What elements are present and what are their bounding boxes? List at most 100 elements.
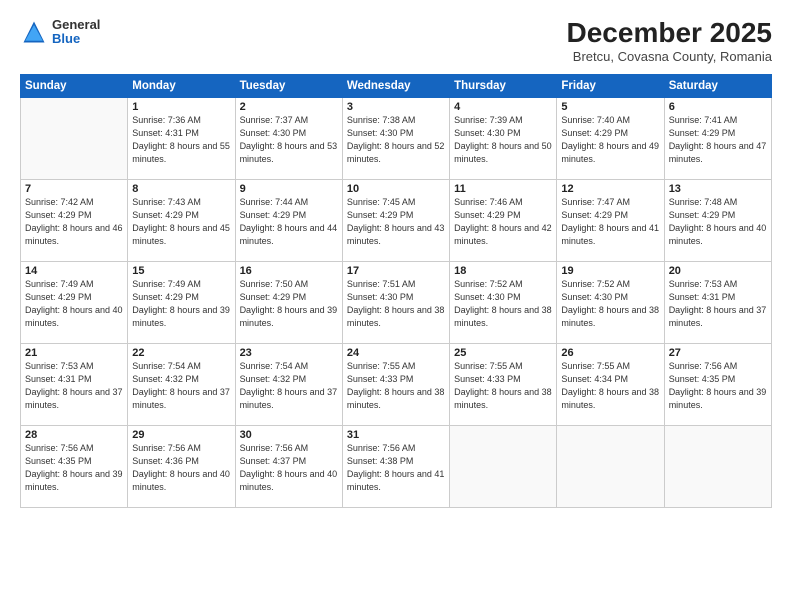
calendar-header-saturday: Saturday [664, 74, 771, 97]
calendar-week-1: 7Sunrise: 7:42 AMSunset: 4:29 PMDaylight… [21, 179, 772, 261]
calendar-cell: 2Sunrise: 7:37 AMSunset: 4:30 PMDaylight… [235, 97, 342, 179]
day-info: Sunrise: 7:49 AMSunset: 4:29 PMDaylight:… [132, 278, 230, 330]
day-info: Sunrise: 7:56 AMSunset: 4:38 PMDaylight:… [347, 442, 445, 494]
day-info: Sunrise: 7:52 AMSunset: 4:30 PMDaylight:… [561, 278, 659, 330]
day-number: 26 [561, 347, 659, 359]
day-info: Sunrise: 7:38 AMSunset: 4:30 PMDaylight:… [347, 114, 445, 166]
calendar-header-wednesday: Wednesday [342, 74, 449, 97]
calendar-cell: 14Sunrise: 7:49 AMSunset: 4:29 PMDayligh… [21, 261, 128, 343]
calendar-cell: 1Sunrise: 7:36 AMSunset: 4:31 PMDaylight… [128, 97, 235, 179]
day-info: Sunrise: 7:56 AMSunset: 4:36 PMDaylight:… [132, 442, 230, 494]
day-info: Sunrise: 7:40 AMSunset: 4:29 PMDaylight:… [561, 114, 659, 166]
calendar: SundayMondayTuesdayWednesdayThursdayFrid… [20, 74, 772, 508]
day-number: 16 [240, 265, 338, 277]
calendar-cell: 18Sunrise: 7:52 AMSunset: 4:30 PMDayligh… [450, 261, 557, 343]
day-info: Sunrise: 7:42 AMSunset: 4:29 PMDaylight:… [25, 196, 123, 248]
day-number: 18 [454, 265, 552, 277]
calendar-header-thursday: Thursday [450, 74, 557, 97]
day-number: 28 [25, 429, 123, 441]
calendar-cell: 12Sunrise: 7:47 AMSunset: 4:29 PMDayligh… [557, 179, 664, 261]
day-number: 3 [347, 101, 445, 113]
day-info: Sunrise: 7:51 AMSunset: 4:30 PMDaylight:… [347, 278, 445, 330]
calendar-header-monday: Monday [128, 74, 235, 97]
day-info: Sunrise: 7:36 AMSunset: 4:31 PMDaylight:… [132, 114, 230, 166]
calendar-cell: 31Sunrise: 7:56 AMSunset: 4:38 PMDayligh… [342, 425, 449, 507]
day-info: Sunrise: 7:50 AMSunset: 4:29 PMDaylight:… [240, 278, 338, 330]
day-info: Sunrise: 7:45 AMSunset: 4:29 PMDaylight:… [347, 196, 445, 248]
day-info: Sunrise: 7:46 AMSunset: 4:29 PMDaylight:… [454, 196, 552, 248]
calendar-header-tuesday: Tuesday [235, 74, 342, 97]
day-info: Sunrise: 7:55 AMSunset: 4:33 PMDaylight:… [347, 360, 445, 412]
calendar-cell: 3Sunrise: 7:38 AMSunset: 4:30 PMDaylight… [342, 97, 449, 179]
calendar-cell: 5Sunrise: 7:40 AMSunset: 4:29 PMDaylight… [557, 97, 664, 179]
calendar-header-friday: Friday [557, 74, 664, 97]
calendar-cell: 20Sunrise: 7:53 AMSunset: 4:31 PMDayligh… [664, 261, 771, 343]
day-info: Sunrise: 7:41 AMSunset: 4:29 PMDaylight:… [669, 114, 767, 166]
logo-general: General [52, 18, 100, 32]
calendar-cell: 8Sunrise: 7:43 AMSunset: 4:29 PMDaylight… [128, 179, 235, 261]
calendar-cell: 21Sunrise: 7:53 AMSunset: 4:31 PMDayligh… [21, 343, 128, 425]
day-info: Sunrise: 7:54 AMSunset: 4:32 PMDaylight:… [240, 360, 338, 412]
day-info: Sunrise: 7:44 AMSunset: 4:29 PMDaylight:… [240, 196, 338, 248]
day-number: 21 [25, 347, 123, 359]
day-info: Sunrise: 7:55 AMSunset: 4:33 PMDaylight:… [454, 360, 552, 412]
day-number: 7 [25, 183, 123, 195]
day-info: Sunrise: 7:56 AMSunset: 4:35 PMDaylight:… [25, 442, 123, 494]
calendar-cell: 16Sunrise: 7:50 AMSunset: 4:29 PMDayligh… [235, 261, 342, 343]
calendar-cell: 17Sunrise: 7:51 AMSunset: 4:30 PMDayligh… [342, 261, 449, 343]
calendar-cell: 30Sunrise: 7:56 AMSunset: 4:37 PMDayligh… [235, 425, 342, 507]
calendar-cell: 10Sunrise: 7:45 AMSunset: 4:29 PMDayligh… [342, 179, 449, 261]
calendar-cell: 6Sunrise: 7:41 AMSunset: 4:29 PMDaylight… [664, 97, 771, 179]
calendar-cell: 9Sunrise: 7:44 AMSunset: 4:29 PMDaylight… [235, 179, 342, 261]
day-info: Sunrise: 7:53 AMSunset: 4:31 PMDaylight:… [25, 360, 123, 412]
calendar-week-2: 14 Sunrise: 7:49 AMSunset: 4:29 PMDayligh… [21, 261, 772, 343]
calendar-cell: 19Sunrise: 7:52 AMSunset: 4:30 PMDayligh… [557, 261, 664, 343]
calendar-header-row: SundayMondayTuesdayWednesdayThursdayFrid… [21, 74, 772, 97]
day-number: 11 [454, 183, 552, 195]
logo-text: General Blue [52, 18, 100, 47]
day-number: 15 [132, 265, 230, 277]
month-title: December 2025 [567, 18, 772, 49]
day-number: 29 [132, 429, 230, 441]
day-info: Sunrise: 7:56 AMSunset: 4:35 PMDaylight:… [669, 360, 767, 412]
day-number: 22 [132, 347, 230, 359]
day-number: 24 [347, 347, 445, 359]
calendar-cell: 23Sunrise: 7:54 AMSunset: 4:32 PMDayligh… [235, 343, 342, 425]
day-number: 19 [561, 265, 659, 277]
day-number: 30 [240, 429, 338, 441]
day-info: Sunrise: 7:43 AMSunset: 4:29 PMDaylight:… [132, 196, 230, 248]
day-info: Sunrise: 7:39 AMSunset: 4:30 PMDaylight:… [454, 114, 552, 166]
calendar-cell [557, 425, 664, 507]
header: General Blue December 2025 Bretcu, Covas… [20, 18, 772, 64]
day-info: Sunrise: 7:52 AMSunset: 4:30 PMDaylight:… [454, 278, 552, 330]
day-number: 23 [240, 347, 338, 359]
logo-icon [20, 18, 48, 46]
calendar-cell: 24Sunrise: 7:55 AMSunset: 4:33 PMDayligh… [342, 343, 449, 425]
day-number: 4 [454, 101, 552, 113]
calendar-cell [450, 425, 557, 507]
calendar-cell: 27Sunrise: 7:56 AMSunset: 4:35 PMDayligh… [664, 343, 771, 425]
calendar-cell: 25Sunrise: 7:55 AMSunset: 4:33 PMDayligh… [450, 343, 557, 425]
day-number: 14 [25, 265, 123, 277]
calendar-cell: 13Sunrise: 7:48 AMSunset: 4:29 PMDayligh… [664, 179, 771, 261]
calendar-week-0: 1Sunrise: 7:36 AMSunset: 4:31 PMDaylight… [21, 97, 772, 179]
day-info: Sunrise: 7:47 AMSunset: 4:29 PMDaylight:… [561, 196, 659, 248]
calendar-cell: 28Sunrise: 7:56 AMSunset: 4:35 PMDayligh… [21, 425, 128, 507]
subtitle: Bretcu, Covasna County, Romania [567, 49, 772, 64]
day-number: 6 [669, 101, 767, 113]
day-number: 5 [561, 101, 659, 113]
calendar-cell: 26Sunrise: 7:55 AMSunset: 4:34 PMDayligh… [557, 343, 664, 425]
day-info: Sunrise: 7:37 AMSunset: 4:30 PMDaylight:… [240, 114, 338, 166]
day-number: 9 [240, 183, 338, 195]
calendar-cell: 15Sunrise: 7:49 AMSunset: 4:29 PMDayligh… [128, 261, 235, 343]
day-number: 27 [669, 347, 767, 359]
day-number: 25 [454, 347, 552, 359]
calendar-week-3: 21Sunrise: 7:53 AMSunset: 4:31 PMDayligh… [21, 343, 772, 425]
day-info: Sunrise: 7:56 AMSunset: 4:37 PMDaylight:… [240, 442, 338, 494]
day-number: 20 [669, 265, 767, 277]
calendar-cell: 22Sunrise: 7:54 AMSunset: 4:32 PMDayligh… [128, 343, 235, 425]
day-number: 17 [347, 265, 445, 277]
day-number: 1 [132, 101, 230, 113]
day-info: Sunrise: 7:55 AMSunset: 4:34 PMDaylight:… [561, 360, 659, 412]
calendar-week-4: 28Sunrise: 7:56 AMSunset: 4:35 PMDayligh… [21, 425, 772, 507]
